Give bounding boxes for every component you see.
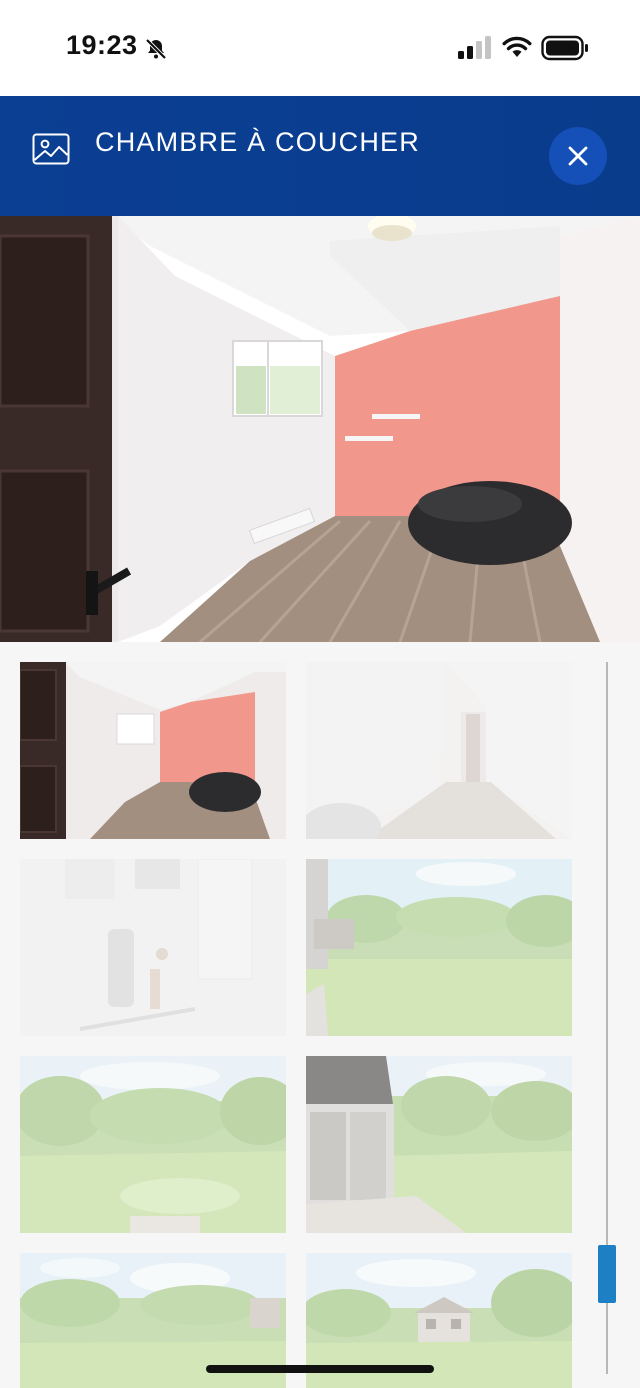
status-bar: 19:23 [0,0,640,96]
close-button[interactable] [549,127,607,185]
thumbnail-1[interactable] [20,662,286,839]
main-photo[interactable] [0,216,640,642]
thumbnail-4[interactable] [306,859,572,1036]
cellular-signal-icon [458,36,492,65]
viewer-header: CHAMBRE À COUCHER [0,96,640,216]
thumbnail-3[interactable] [20,859,286,1036]
bell-slash-icon [144,37,168,66]
close-icon [568,146,588,166]
photo-icon [32,133,70,165]
status-time: 19:23 [66,30,138,60]
battery-icon [541,35,589,66]
scrollbar-thumb[interactable] [598,1245,616,1303]
thumbnail-5[interactable] [20,1056,286,1233]
thumbnail-gallery[interactable] [0,642,640,1388]
thumbnail-6[interactable] [306,1056,572,1233]
wifi-icon [502,36,532,65]
thumbnail-2[interactable] [306,662,572,839]
home-indicator[interactable] [206,1365,434,1373]
page-title: CHAMBRE À COUCHER [95,127,420,157]
